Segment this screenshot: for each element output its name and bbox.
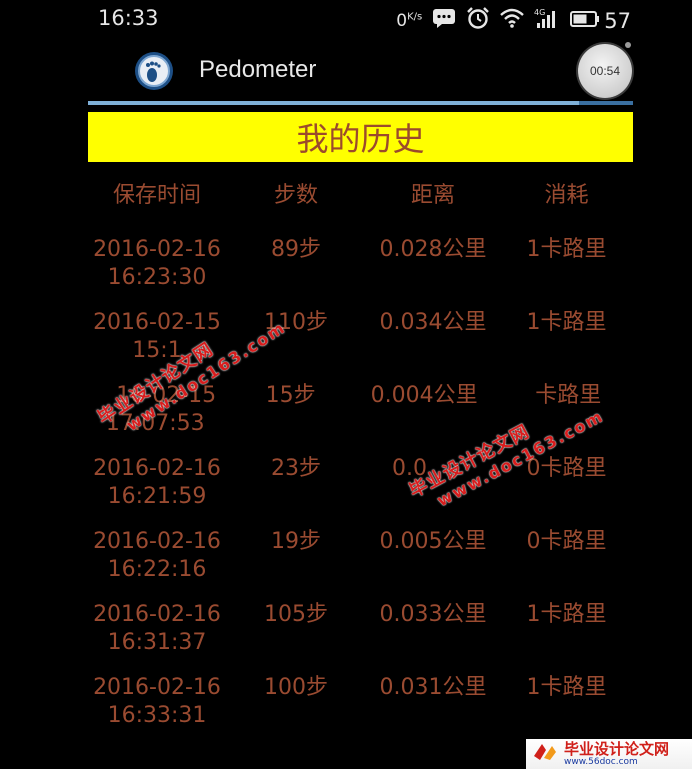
column-header-calories: 消耗 (544, 183, 589, 208)
row-distance: 0.033公里 (379, 602, 487, 627)
page-title-banner: 我的历史 (88, 112, 633, 162)
brand-url: www.56doc.com (564, 756, 638, 767)
row-time: 16:22:16 (107, 557, 207, 582)
cell-signal-icon: 4G (534, 7, 560, 34)
history-table: 保存时间 步数 距离 消耗 2016-02-16 16:23:30 89步 0.0… (88, 170, 633, 747)
timer-dot (625, 42, 631, 48)
row-steps: 89步 (271, 237, 321, 262)
app-title: Pedometer (199, 56, 317, 83)
row-steps: 105步 (264, 602, 328, 627)
battery-level: 57 (604, 8, 631, 33)
row-save-time: 2016-02-16 16:33:31 (88, 674, 226, 730)
row-date: 2016-02-16 (93, 602, 221, 627)
app-bar: Pedometer (88, 36, 633, 104)
battery: 57 (570, 9, 631, 33)
timer-text: 00:54 (589, 64, 621, 78)
column-header-steps: 步数 (273, 183, 318, 208)
action-bar-underline (88, 101, 633, 105)
underline-highlight (88, 101, 579, 105)
row-time: 16:33:31 (107, 703, 207, 728)
row-calories: 1卡路里 (526, 237, 607, 262)
status-time: 16:33 (98, 6, 159, 30)
row-steps: 15步 (265, 383, 316, 408)
row-save-time: 2016-02-16 16:31:37 (88, 601, 226, 657)
row-distance: 0.028公里 (379, 237, 487, 262)
row-calories: 1卡路里 (526, 310, 607, 335)
status-bar: 16:33 0K/s 4G 57 (88, 0, 633, 36)
row-steps: 100步 (264, 675, 328, 700)
brand-emblem-icon (532, 742, 558, 766)
row-time: 16:21:59 (107, 484, 207, 509)
net-speed-unit: K/s (407, 10, 423, 22)
table-row[interactable]: 2016-02-16 16:31:37 105步 0.033公里 1卡路里 (88, 601, 633, 674)
battery-icon (570, 9, 600, 33)
wifi-icon (500, 8, 525, 33)
row-date: 2016-02-16 (93, 456, 221, 481)
net-speed: 0K/s (396, 11, 422, 31)
row-date: 2016-02-16 (93, 675, 221, 700)
brand-logo: 毕业设计论文网 www.56doc.com (526, 739, 692, 769)
row-distance: 0.034公里 (379, 310, 487, 335)
signal-type-label: 4G (534, 8, 545, 17)
row-save-time: 2016-02-16 16:23:30 (88, 236, 226, 292)
row-date: 2016-02-16 (93, 529, 221, 554)
row-distance: 0.004公里 (370, 383, 478, 408)
table-row[interactable]: 2016-02-16 16:21:59 23步 0.0 0卡路里 (88, 455, 633, 528)
row-time: 16:31:37 (107, 630, 207, 655)
screen: 16:33 0K/s 4G 57 Pedometer 00:54 我的历史 保存… (0, 0, 692, 769)
row-date: 2016-02-16 (93, 237, 221, 262)
brand-name: 毕业设计论文网 (564, 739, 670, 758)
column-header-distance: 距离 (410, 183, 455, 208)
status-icons: 0K/s 4G 57 (396, 6, 631, 35)
row-calories: 1卡路里 (526, 602, 607, 627)
row-time: 16:23:30 (107, 265, 207, 290)
net-speed-value: 0 (396, 10, 408, 31)
row-steps: 19步 (271, 529, 321, 554)
column-header-save-time: 保存时间 (112, 183, 201, 208)
table-header: 保存时间 步数 距离 消耗 (88, 170, 633, 216)
row-save-time: 2016-02-16 16:22:16 (88, 528, 226, 584)
alarm-icon (466, 6, 490, 35)
row-distance: 0.005公里 (379, 529, 487, 554)
row-calories: 0卡路里 (526, 529, 607, 554)
footprint-icon[interactable] (134, 51, 174, 91)
table-row[interactable]: 2016-02-16 16:33:31 100步 0.031公里 1卡路里 (88, 674, 633, 747)
row-distance: 0.031公里 (379, 675, 487, 700)
table-row[interactable]: 2016-02-16 16:22:16 19步 0.005公里 0卡路里 (88, 528, 633, 601)
row-steps: 23步 (271, 456, 321, 481)
message-icon (432, 7, 456, 34)
brand-text: 毕业设计论文网 www.56doc.com (564, 739, 670, 767)
row-calories: 1卡路里 (526, 675, 607, 700)
table-body: 2016-02-16 16:23:30 89步 0.028公里 1卡路里 2016… (88, 236, 633, 747)
floating-timer[interactable]: 00:54 (578, 44, 632, 98)
table-row[interactable]: 2016-02-16 16:23:30 89步 0.028公里 1卡路里 (88, 236, 633, 309)
page-title: 我的历史 (296, 120, 425, 158)
row-save-time: 2016-02-16 16:21:59 (88, 455, 226, 511)
